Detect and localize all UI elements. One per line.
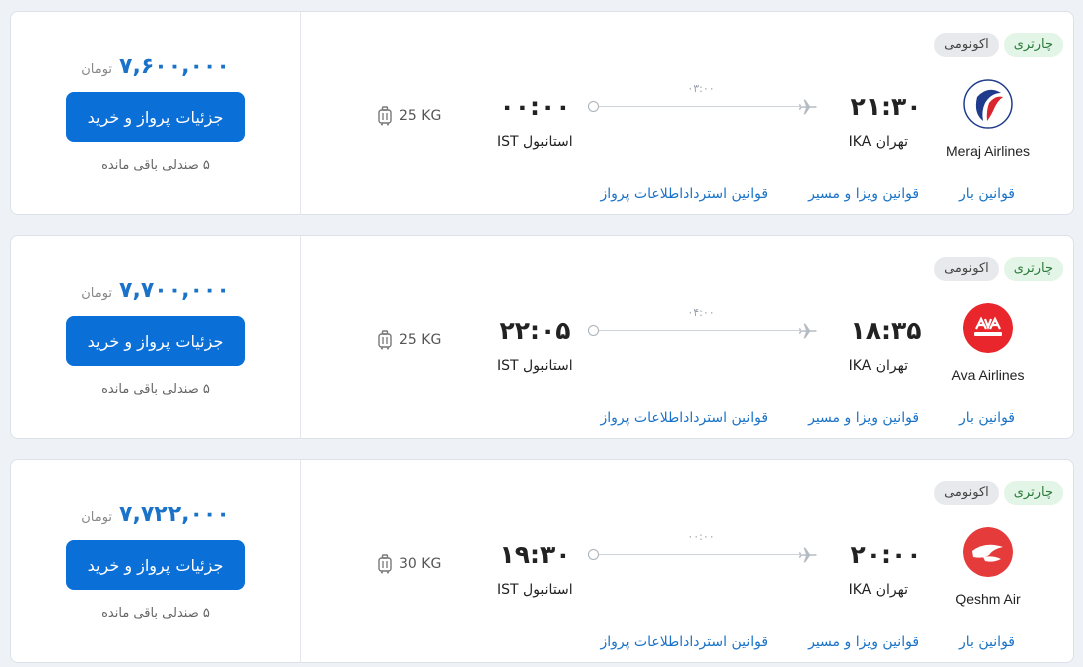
baggage-rules-link[interactable]: قوانین بار [959, 410, 1015, 426]
price-row: ۷,۷۰۰,۰۰۰ تومان [11, 278, 300, 303]
route-line [594, 330, 804, 331]
baggage-weight: 30 KG [399, 556, 442, 572]
flight-duration: ۰۳:۰۰ [687, 82, 715, 95]
route-end-dot [588, 549, 599, 560]
refund-rules-link[interactable]: قوانین استرداد [683, 410, 768, 426]
refund-rules-link[interactable]: قوانین استرداد [683, 634, 768, 650]
visa-rules-link[interactable]: قوانین ویزا و مسیر [808, 634, 919, 650]
flight-info-link[interactable]: اطلاعات پرواز [600, 410, 683, 426]
flight-tags: چارتری اکونومی [934, 257, 1063, 281]
airplane-icon [798, 99, 817, 115]
baggage-weight: 25 KG [399, 108, 442, 124]
flight-tags: چارتری اکونومی [934, 481, 1063, 505]
flight-info-link[interactable]: اطلاعات پرواز [600, 186, 683, 202]
qeshm-air-logo [963, 527, 1013, 577]
arrival-airport: استانبول IST [497, 582, 573, 598]
luggage-icon [378, 106, 392, 126]
flight-card: چارتری اکونومی Ava Airlines ۱۸:۳۵ تهران … [10, 235, 1074, 439]
arrival-airport: استانبول IST [497, 358, 573, 374]
flight-links: اطلاعات پرواز قوانین استرداد قوانین ویزا… [600, 410, 1055, 426]
departure-time: ۲۰:۰۰ [850, 540, 922, 569]
currency-label: تومان [81, 510, 113, 525]
flight-card: چارتری اکونومی Meraj Airlines ۲۱:۳۰ تهرا… [10, 11, 1074, 215]
charter-badge: چارتری [1003, 257, 1063, 281]
baggage-allowance: 25 KG [377, 106, 441, 126]
airplane-icon [798, 323, 817, 339]
refund-rules-link[interactable]: قوانین استرداد [683, 186, 768, 202]
flight-duration: ۰۴:۰۰ [687, 306, 715, 319]
departure-time: ۱۸:۳۵ [850, 316, 922, 345]
card-divider [300, 236, 301, 438]
price: ۷,۷۰۰,۰۰۰ [119, 278, 230, 303]
card-divider [300, 460, 301, 662]
flight-tags: چارتری اکونومی [934, 33, 1063, 57]
ava-airlines-logo [963, 303, 1013, 353]
departure-airport: تهران IKA [848, 134, 908, 150]
flight-card: چارتری اکونومی Qeshm Air ۲۰:۰۰ تهران IKA… [10, 459, 1074, 663]
meraj-airlines-logo [963, 79, 1013, 129]
route-end-dot [588, 325, 599, 336]
flight-info-link[interactable]: اطلاعات پرواز [600, 634, 683, 650]
seats-remaining: ۵ صندلی باقی مانده [101, 382, 210, 397]
arrival-time: ۰۰:۰۰ [499, 92, 571, 121]
currency-label: تومان [81, 62, 113, 77]
flight-links: اطلاعات پرواز قوانین استرداد قوانین ویزا… [600, 634, 1055, 650]
airline-name: Ava Airlines [951, 367, 1025, 383]
seats-remaining: ۵ صندلی باقی مانده [101, 606, 210, 621]
arrival-time: ۲۲:۰۵ [499, 316, 571, 345]
economy-badge: اکونومی [934, 33, 999, 57]
baggage-allowance: 30 KG [377, 554, 441, 574]
visa-rules-link[interactable]: قوانین ویزا و مسیر [808, 410, 919, 426]
card-divider [300, 12, 301, 214]
currency-label: تومان [81, 286, 113, 301]
airplane-icon [798, 547, 817, 563]
baggage-weight: 25 KG [399, 332, 442, 348]
flight-details-buy-button[interactable]: جزئیات پرواز و خرید [66, 92, 245, 142]
visa-rules-link[interactable]: قوانین ویزا و مسیر [808, 186, 919, 202]
price: ۷,۶۰۰,۰۰۰ [119, 54, 230, 79]
luggage-icon [378, 330, 392, 350]
route-line [594, 554, 804, 555]
arrival-airport: استانبول IST [497, 134, 573, 150]
departure-airport: تهران IKA [848, 582, 908, 598]
baggage-rules-link[interactable]: قوانین بار [959, 634, 1015, 650]
departure-time: ۲۱:۳۰ [850, 92, 922, 121]
airline-name: Qeshm Air [955, 591, 1021, 607]
charter-badge: چارتری [1003, 481, 1063, 505]
route-end-dot [588, 101, 599, 112]
price-row: ۷,۶۰۰,۰۰۰ تومان [11, 54, 300, 79]
route-line [594, 106, 804, 107]
flight-details-buy-button[interactable]: جزئیات پرواز و خرید [66, 316, 245, 366]
baggage-rules-link[interactable]: قوانین بار [959, 186, 1015, 202]
flight-details-buy-button[interactable]: جزئیات پرواز و خرید [66, 540, 245, 590]
price: ۷,۷۲۲,۰۰۰ [119, 502, 230, 527]
departure-airport: تهران IKA [848, 358, 908, 374]
flight-duration: ۰۰:۰۰ [687, 530, 715, 543]
baggage-allowance: 25 KG [377, 330, 441, 350]
charter-badge: چارتری [1003, 33, 1063, 57]
price-row: ۷,۷۲۲,۰۰۰ تومان [11, 502, 300, 527]
seats-remaining: ۵ صندلی باقی مانده [101, 158, 210, 173]
luggage-icon [378, 554, 392, 574]
economy-badge: اکونومی [934, 257, 999, 281]
arrival-time: ۱۹:۳۰ [499, 540, 571, 569]
economy-badge: اکونومی [934, 481, 999, 505]
airline-name: Meraj Airlines [945, 143, 1031, 159]
flight-links: اطلاعات پرواز قوانین استرداد قوانین ویزا… [600, 186, 1055, 202]
